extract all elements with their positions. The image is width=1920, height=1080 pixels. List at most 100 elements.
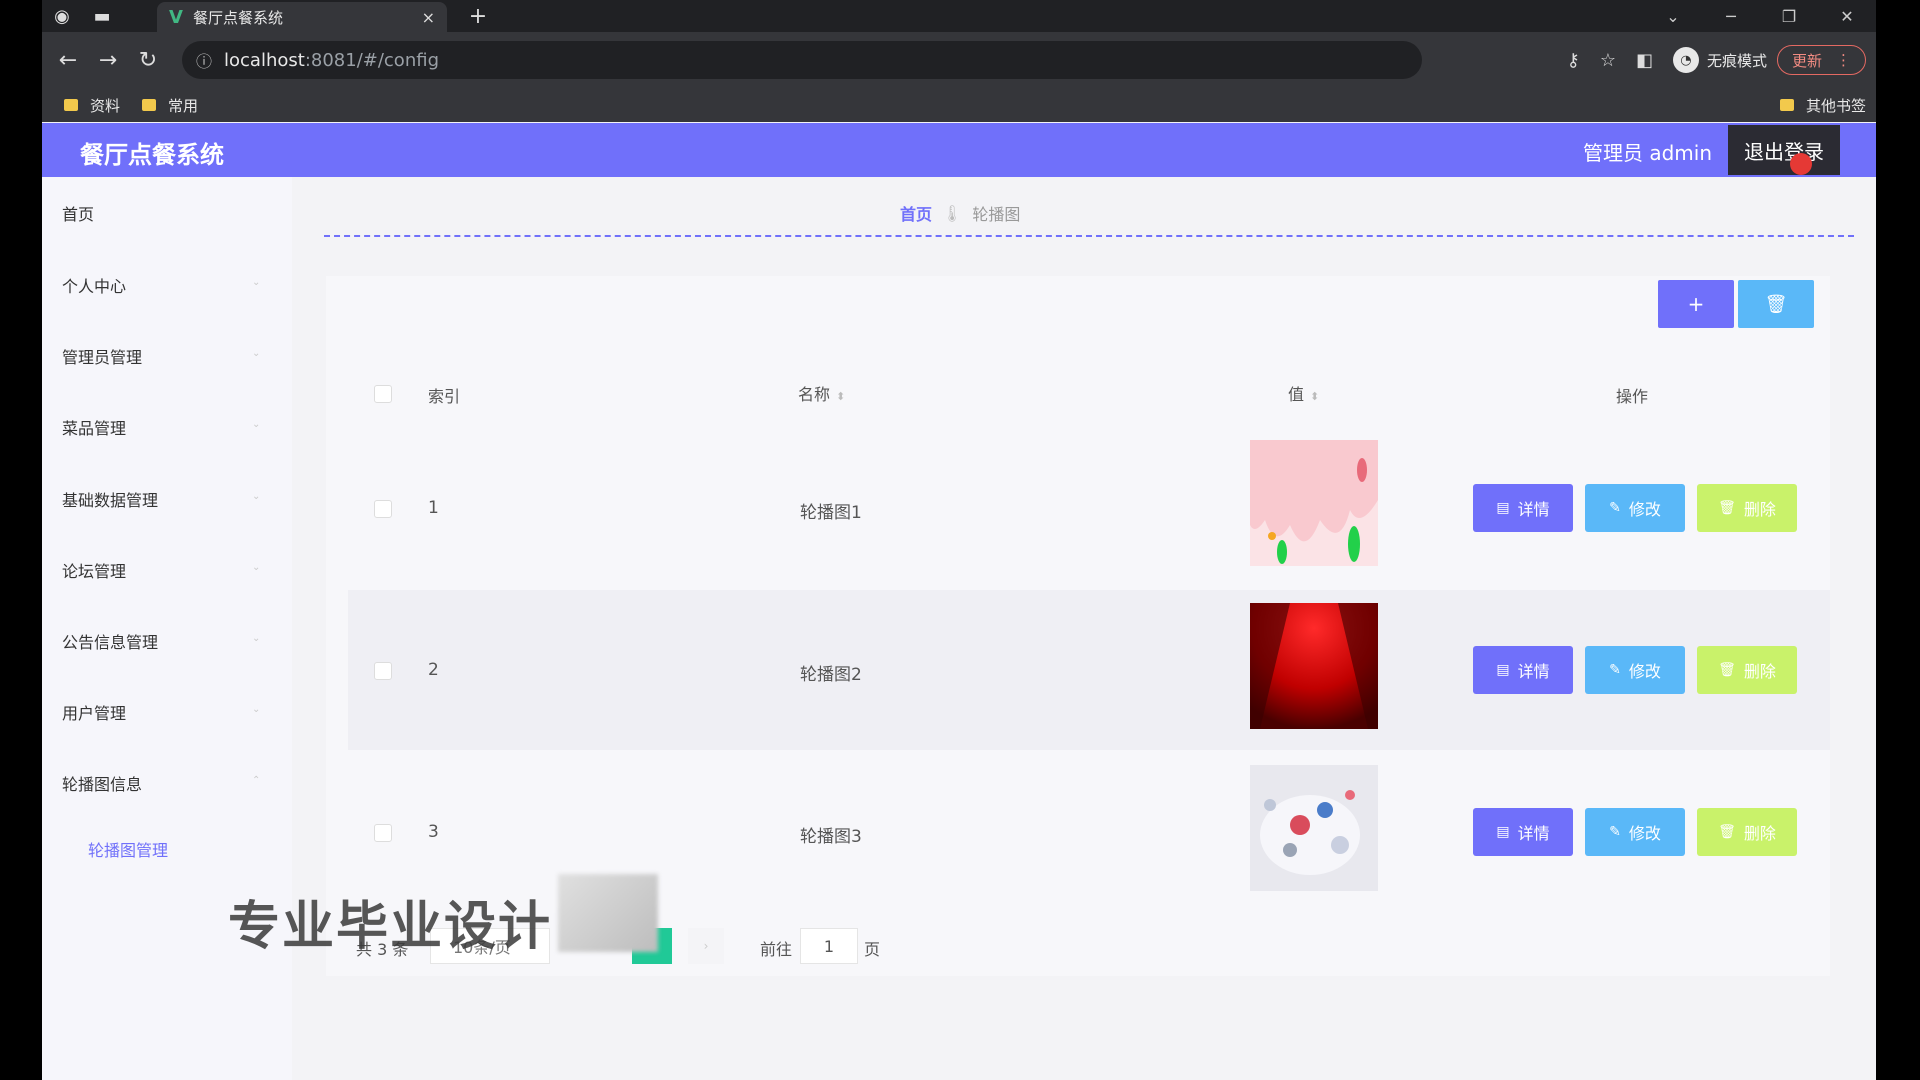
sidebar-item-profile[interactable]: 个人中心 (62, 273, 126, 297)
cursor-highlight (1790, 153, 1812, 175)
reload-icon[interactable]: ↻ (134, 46, 162, 74)
bookmark-folder[interactable]: 常用 (142, 95, 198, 116)
detail-label: 详情 (1517, 824, 1550, 843)
row-index: 3 (428, 822, 439, 842)
folder-icon (142, 99, 157, 111)
row-checkbox[interactable] (374, 824, 392, 842)
watermark-text: 专业毕业设计 (228, 897, 553, 957)
carousel-image-2[interactable] (1250, 603, 1378, 729)
delete-label: 删除 (1743, 824, 1776, 843)
sidebar-item-basedata[interactable]: 基础数据管理 (62, 487, 158, 511)
delete-button[interactable]: 🗑 删除 (1697, 646, 1797, 694)
chevron-down-icon: ⌄ (252, 704, 261, 715)
vue-logo-icon: V (169, 6, 183, 28)
incognito-icon: ◔ (1672, 47, 1699, 73)
edit-label: 修改 (1628, 662, 1661, 681)
back-icon[interactable]: ← (54, 46, 82, 74)
incognito-indicator[interactable]: ◔ 无痕模式 (1672, 47, 1767, 73)
logout-button[interactable]: 退出登录 (1728, 125, 1840, 175)
goto-suffix: 页 (864, 940, 881, 959)
key-icon[interactable]: ⚷ (1567, 50, 1580, 71)
batch-delete-button[interactable]: 🗑 (1738, 280, 1814, 328)
sort-icon[interactable]: ⬍ (836, 390, 845, 403)
trash-icon: 🗑 (1718, 824, 1736, 840)
delete-button[interactable]: 🗑 删除 (1697, 808, 1797, 856)
bookmark-label: 资料 (90, 96, 121, 115)
chevron-down-icon: ⌄ (252, 562, 261, 573)
sidebar-item-notice[interactable]: 公告信息管理 (62, 629, 158, 653)
column-header-value[interactable]: 值 ⬍ (1288, 381, 1319, 405)
minimize-icon[interactable]: ─ (1702, 0, 1760, 32)
close-icon[interactable]: × (422, 8, 435, 27)
close-window-icon[interactable]: ✕ (1818, 0, 1876, 32)
sidebar-item-home[interactable]: 首页 (62, 201, 94, 225)
goto-page-input[interactable]: 1 (800, 928, 858, 964)
update-button[interactable]: 更新 ⋮ (1776, 45, 1866, 75)
sidebar-item-admins[interactable]: 管理员管理 (62, 344, 142, 368)
browser-tab[interactable]: V 餐厅点餐系统 × (157, 2, 447, 32)
forward-icon[interactable]: → (94, 46, 122, 74)
doc-icon: ▤ (1496, 662, 1510, 678)
sidebar-item-users[interactable]: 用户管理 (62, 700, 126, 724)
blurred-overlay (558, 874, 658, 952)
star-icon[interactable]: ☆ (1600, 50, 1616, 71)
doc-icon: ▤ (1496, 824, 1510, 840)
sidepanel-icon[interactable]: ◧ (1636, 50, 1653, 71)
edit-button[interactable]: ✎ 修改 (1585, 646, 1685, 694)
breadcrumb-current: 轮播图 (972, 205, 1021, 224)
chevron-down-icon[interactable]: ⌄ (1644, 0, 1702, 32)
chevron-down-icon: ⌄ (252, 491, 261, 502)
other-bookmarks-label: 其他书签 (1805, 96, 1866, 115)
other-bookmarks[interactable]: 其他书签 (1779, 88, 1866, 122)
row-name: 轮播图3 (800, 827, 862, 847)
restore-icon[interactable]: ❐ (1760, 0, 1818, 32)
carousel-image-1[interactable] (1250, 440, 1378, 566)
add-button[interactable]: + (1658, 280, 1734, 328)
edit-button[interactable]: ✎ 修改 (1585, 484, 1685, 532)
app-header: 餐厅点餐系统 管理员 admin 退出登录 (42, 123, 1876, 177)
edit-button[interactable]: ✎ 修改 (1585, 808, 1685, 856)
select-all-checkbox[interactable] (374, 385, 392, 403)
info-icon[interactable]: ⓘ (196, 48, 212, 72)
detail-button[interactable]: ▤ 详情 (1473, 646, 1573, 694)
detail-button[interactable]: ▤ 详情 (1473, 484, 1573, 532)
chevron-up-icon: ⌃ (252, 775, 261, 786)
url-path: :8081/#/config (304, 49, 439, 71)
browser-addressbar: ← → ↻ ⓘ localhost:8081/#/config ⚷ ☆ ◧ ◔ … (42, 32, 1876, 88)
row-checkbox[interactable] (374, 662, 392, 680)
new-tab-button[interactable]: + (462, 0, 494, 32)
row-name: 轮播图1 (800, 503, 862, 523)
update-label: 更新 (1791, 51, 1822, 70)
pencil-icon: ✎ (1609, 500, 1621, 516)
sidebar-subitem-carousel-manage[interactable]: 轮播图管理 (88, 837, 168, 861)
globe-icon[interactable]: ◉ (42, 0, 82, 32)
sort-icon[interactable]: ⬍ (1310, 390, 1319, 403)
app-title: 餐厅点餐系统 (80, 141, 224, 169)
url-input[interactable]: ⓘ localhost:8081/#/config (182, 41, 1422, 79)
delete-label: 删除 (1743, 500, 1776, 519)
column-header-value-label: 值 (1288, 385, 1305, 404)
breadcrumb-home[interactable]: 首页 (900, 201, 932, 225)
column-header-actions: 操作 (1616, 387, 1649, 406)
row-name: 轮播图2 (800, 665, 862, 685)
row-index: 1 (428, 498, 439, 518)
chevron-right-icon: › (703, 939, 709, 953)
window-icon[interactable]: ▬ (82, 0, 122, 32)
chevron-down-icon: ⌄ (252, 348, 261, 359)
detail-label: 详情 (1517, 662, 1550, 681)
chevron-down-icon: ⌄ (252, 633, 261, 644)
pencil-icon: ✎ (1609, 824, 1621, 840)
bookmark-folder[interactable]: 资料 (64, 95, 120, 116)
sidebar-item-carousel[interactable]: 轮播图信息 (62, 771, 142, 795)
url-host: localhost (224, 49, 305, 71)
detail-button[interactable]: ▤ 详情 (1473, 808, 1573, 856)
goto-prefix: 前往 (760, 940, 793, 959)
row-checkbox[interactable] (374, 500, 392, 518)
sidebar-item-forum[interactable]: 论坛管理 (62, 558, 126, 582)
sidebar-item-dishes[interactable]: 菜品管理 (62, 415, 126, 439)
delete-label: 删除 (1743, 662, 1776, 681)
delete-button[interactable]: 🗑 删除 (1697, 484, 1797, 532)
column-header-name[interactable]: 名称 ⬍ (798, 381, 845, 405)
page-next-button[interactable]: › (688, 928, 724, 964)
carousel-image-3[interactable] (1250, 765, 1378, 891)
